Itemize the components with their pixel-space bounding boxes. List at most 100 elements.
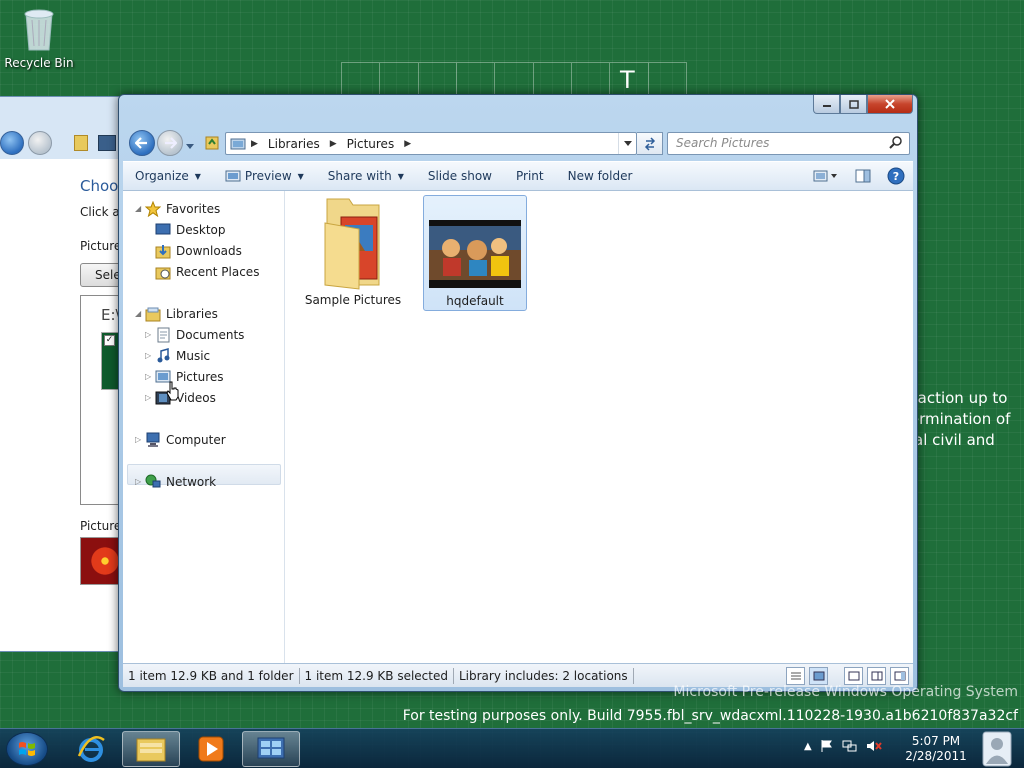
chevron-down-icon: ▼ xyxy=(297,171,304,181)
new-folder-button[interactable]: New folder xyxy=(556,169,645,183)
wallpaper-text-line: y action up to xyxy=(904,389,1008,407)
preview-pane-button[interactable] xyxy=(855,169,871,183)
expand-triangle-icon[interactable]: ▷ xyxy=(135,435,141,444)
close-button[interactable] xyxy=(867,95,913,114)
bg-forward-icon[interactable] xyxy=(28,131,52,155)
preview-icon xyxy=(225,170,241,182)
help-button[interactable]: ? xyxy=(887,167,905,185)
single-pane-icon xyxy=(848,671,859,680)
help-icon: ? xyxy=(887,167,905,185)
forward-button[interactable] xyxy=(157,130,183,156)
pictures-library-icon xyxy=(230,138,246,149)
file-list-pane[interactable]: Sample Pictures hqdefault xyxy=(285,191,913,663)
bg-thumbnail-checkbox[interactable]: ✓ xyxy=(104,335,115,346)
recycle-bin-shortcut[interactable]: Recycle Bin xyxy=(4,6,74,70)
recent-places-icon xyxy=(155,264,171,280)
expand-triangle-icon[interactable]: ▷ xyxy=(145,372,151,381)
nav-downloads[interactable]: Downloads xyxy=(155,241,242,260)
explorer-window[interactable]: ▶ Libraries ▶ Pictures ▶ Search Pictures… xyxy=(118,94,918,692)
user-avatar-button[interactable] xyxy=(970,729,1024,768)
expand-triangle-icon[interactable]: ▷ xyxy=(145,393,151,402)
taskbar-internet-explorer[interactable] xyxy=(62,731,120,767)
nav-desktop-label: Desktop xyxy=(176,222,226,237)
svg-text:?: ? xyxy=(893,170,899,183)
expand-triangle-icon[interactable]: ▷ xyxy=(145,351,151,360)
close-icon xyxy=(885,99,895,109)
navigation-pane[interactable]: ◢ Favorites Desktop Downloads Recent Pla… xyxy=(123,191,285,663)
network-status-icon[interactable] xyxy=(842,739,858,753)
show-hidden-icons-icon[interactable]: ▲ xyxy=(804,741,812,752)
nav-videos[interactable]: Videos xyxy=(155,388,216,407)
layout-single-button[interactable] xyxy=(844,666,863,685)
nav-documents[interactable]: Documents xyxy=(155,325,244,344)
maximize-button[interactable] xyxy=(840,95,867,114)
change-view-button[interactable] xyxy=(813,169,839,183)
image-thumbnail-icon xyxy=(429,220,521,288)
recent-pages-dropdown[interactable] xyxy=(186,139,194,153)
taskbar: ▲ 5:07 PM 2/28/2011 xyxy=(0,728,1024,768)
taskbar-control-panel[interactable] xyxy=(242,731,300,767)
desktop-grid-letter: T xyxy=(620,66,635,94)
taskbar-clock[interactable]: 5:07 PM 2/28/2011 xyxy=(904,734,968,764)
file-item-folder[interactable]: Sample Pictures xyxy=(301,195,405,311)
file-name: Sample Pictures xyxy=(304,293,402,307)
organize-button[interactable]: Organize ▼ xyxy=(123,169,213,183)
collapse-triangle-icon[interactable]: ◢ xyxy=(135,204,141,213)
breadcrumb-separator[interactable]: ▶ xyxy=(251,139,258,149)
preview-button[interactable]: Preview ▼ xyxy=(213,169,316,183)
taskbar-windows-explorer[interactable] xyxy=(122,731,180,767)
nav-desktop[interactable]: Desktop xyxy=(155,220,226,239)
share-with-button[interactable]: Share with ▼ xyxy=(316,169,416,183)
folder-icon xyxy=(324,198,380,290)
start-button[interactable] xyxy=(6,732,48,766)
minimize-icon xyxy=(822,105,831,107)
taskbar-media-player[interactable] xyxy=(182,731,240,767)
media-player-icon xyxy=(198,736,224,762)
nav-computer[interactable]: Computer xyxy=(145,430,226,449)
expand-triangle-icon[interactable]: ▷ xyxy=(145,330,151,339)
nav-network-label: Network xyxy=(166,474,217,489)
nav-recent-places[interactable]: Recent Places xyxy=(155,262,259,281)
layout-preview-button[interactable] xyxy=(890,666,909,685)
bg-folder-icon xyxy=(74,135,88,151)
thumbnails-view-button[interactable] xyxy=(809,666,828,685)
address-bar[interactable]: ▶ Libraries ▶ Pictures ▶ xyxy=(225,132,637,155)
refresh-icon xyxy=(644,136,655,151)
preview-layout-icon xyxy=(894,671,905,680)
print-button[interactable]: Print xyxy=(504,169,556,183)
documents-icon xyxy=(155,327,171,343)
breadcrumb-libraries[interactable]: Libraries xyxy=(268,137,320,151)
nav-network[interactable]: Network xyxy=(145,472,216,491)
slide-show-button[interactable]: Slide show xyxy=(416,169,504,183)
refresh-button[interactable] xyxy=(637,132,663,155)
chevron-down-icon: ▼ xyxy=(194,171,201,181)
music-icon xyxy=(155,347,171,364)
volume-muted-icon[interactable] xyxy=(866,739,882,753)
search-icon[interactable] xyxy=(889,136,903,153)
explorer-folders-icon xyxy=(136,738,166,762)
nav-libraries[interactable]: Libraries xyxy=(145,304,218,323)
breadcrumb-separator[interactable]: ▶ xyxy=(404,139,411,149)
bg-back-icon[interactable] xyxy=(0,131,24,155)
address-dropdown[interactable] xyxy=(618,133,636,154)
nav-music[interactable]: Music xyxy=(155,346,210,365)
nav-music-label: Music xyxy=(176,348,211,363)
background-window[interactable]: Choos Click a p Picture l Sele E:\U ✓ Pi… xyxy=(0,96,141,652)
details-view-button[interactable] xyxy=(786,666,805,685)
minimize-button[interactable] xyxy=(813,95,840,114)
libraries-icon xyxy=(145,306,161,322)
nav-recent-places-label: Recent Places xyxy=(176,264,260,279)
file-item-image[interactable]: hqdefault xyxy=(423,195,527,311)
collapse-triangle-icon[interactable]: ◢ xyxy=(135,309,141,318)
search-input[interactable]: Search Pictures xyxy=(667,132,910,155)
back-button[interactable] xyxy=(129,130,155,156)
bg-window-content: Choos Click a p Picture l Sele E:\U ✓ Pi… xyxy=(0,159,141,651)
layout-split-button[interactable] xyxy=(867,666,886,685)
nav-favorites[interactable]: Favorites xyxy=(145,199,220,218)
breadcrumb-separator[interactable]: ▶ xyxy=(330,139,337,149)
up-folder-icon[interactable] xyxy=(205,134,219,153)
thumbnails-view-icon xyxy=(813,671,824,680)
action-center-flag-icon[interactable] xyxy=(820,739,834,753)
breadcrumb-pictures[interactable]: Pictures xyxy=(347,137,395,151)
expand-triangle-icon[interactable]: ▷ xyxy=(135,477,141,486)
